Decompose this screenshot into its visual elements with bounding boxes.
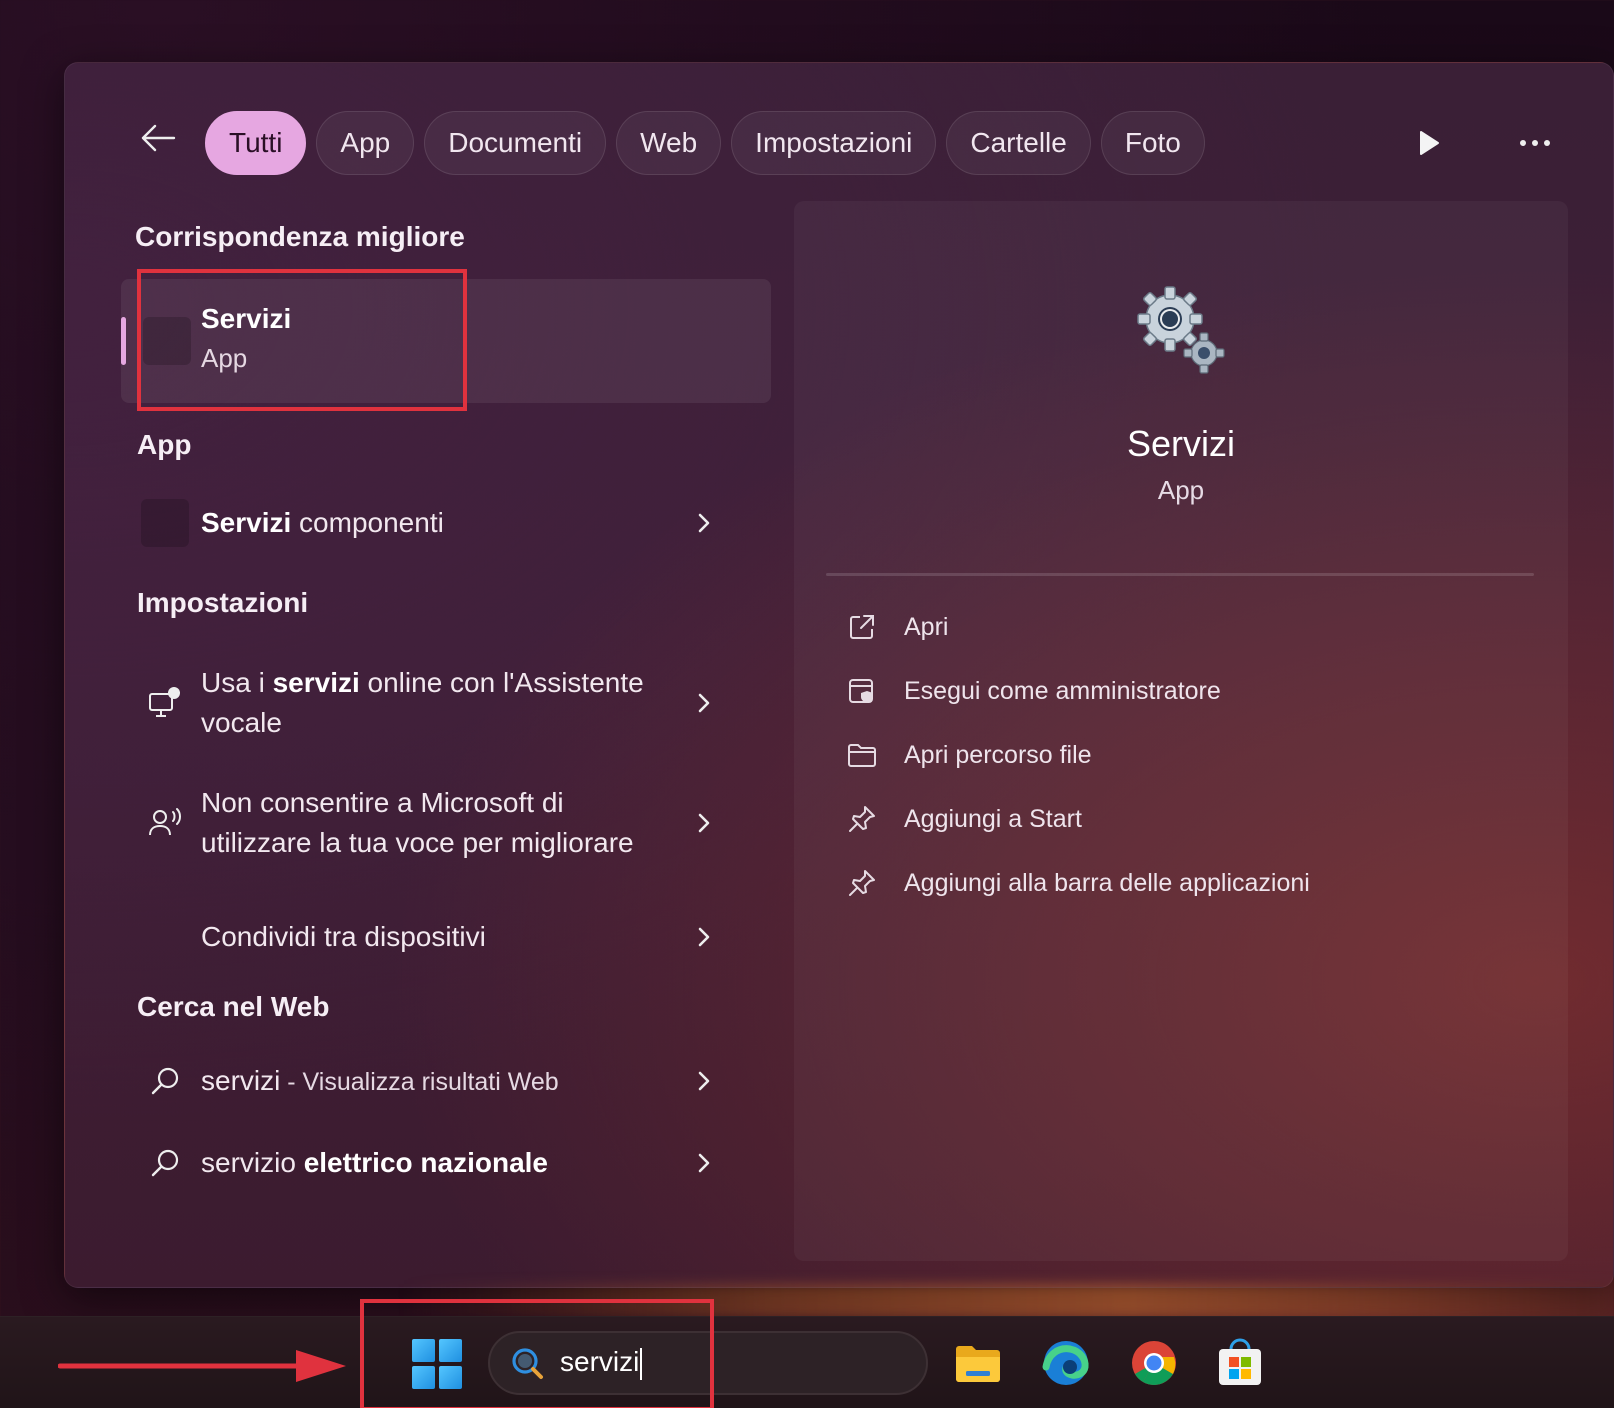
file-explorer-icon[interactable] xyxy=(952,1337,1004,1389)
store-icon[interactable] xyxy=(1214,1337,1266,1389)
apps-heading: App xyxy=(137,429,192,460)
chevron-right-icon xyxy=(689,803,719,843)
chevron-right-icon xyxy=(689,917,719,957)
app-item-label: Servizi componenti xyxy=(201,507,444,538)
pin-icon xyxy=(844,801,880,837)
edge-icon[interactable] xyxy=(1040,1337,1092,1389)
action-label: Apri xyxy=(904,612,949,641)
dot-icon xyxy=(1544,140,1550,146)
folder-icon xyxy=(844,737,880,773)
more-options-button[interactable] xyxy=(1507,119,1563,167)
selection-indicator xyxy=(121,317,126,365)
action-label: Aggiungi a Start xyxy=(904,804,1082,833)
tab-app[interactable]: App xyxy=(316,111,415,175)
open-external-icon xyxy=(844,609,880,645)
search-icon xyxy=(141,1057,189,1105)
setting-item-label: Condividi tra dispositivi xyxy=(201,921,486,952)
setting-item-label: Non consentire a Microsoft di utilizzare… xyxy=(201,787,634,858)
tab-foto[interactable]: Foto xyxy=(1100,111,1205,175)
setting-item-assistente-vocale[interactable]: Usa i servizi online con l'Assistente vo… xyxy=(121,659,771,749)
web-heading: Cerca nel Web xyxy=(137,991,330,1022)
more-filters-button[interactable] xyxy=(1405,119,1453,167)
action-apri[interactable]: Apri xyxy=(844,605,948,649)
person-voice-icon xyxy=(141,799,189,847)
back-arrow-icon xyxy=(141,124,176,152)
action-aggiungi-start[interactable]: Aggiungi a Start xyxy=(844,797,1082,841)
chevron-right-icon xyxy=(689,1143,719,1183)
filter-tabs: Tutti App Documenti Web Impostazioni Car… xyxy=(205,111,1205,175)
web-item-servizio-elettrico[interactable]: servizio elettrico nazionale xyxy=(121,1135,771,1191)
chevron-right-icon xyxy=(689,1061,719,1101)
action-apri-percorso[interactable]: Apri percorso file xyxy=(844,733,1092,777)
tab-cartelle[interactable]: Cartelle xyxy=(946,111,1091,175)
best-match-heading: Corrispondenza migliore xyxy=(135,221,465,252)
shield-admin-icon xyxy=(844,673,880,709)
setting-item-voce-microsoft[interactable]: Non consentire a Microsoft di utilizzare… xyxy=(121,779,771,869)
monitor-voice-icon xyxy=(141,679,189,727)
services-gears-icon xyxy=(1137,286,1225,374)
component-services-icon xyxy=(141,499,189,547)
action-label: Apri percorso file xyxy=(904,740,1092,769)
preview-app-type: App xyxy=(1157,475,1205,505)
search-panel: Tutti App Documenti Web Impostazioni Car… xyxy=(64,62,1614,1288)
tab-documenti[interactable]: Documenti xyxy=(424,111,607,175)
action-esegui-admin[interactable]: Esegui come amministratore xyxy=(844,669,1221,713)
dot-icon xyxy=(1532,140,1538,146)
back-button[interactable] xyxy=(135,115,181,161)
web-item-label: servizio elettrico nazionale xyxy=(201,1147,548,1178)
chrome-icon[interactable] xyxy=(1128,1337,1180,1389)
settings-heading: Impostazioni xyxy=(137,587,309,618)
tab-tutti[interactable]: Tutti xyxy=(205,111,307,175)
play-icon xyxy=(1420,131,1439,155)
preview-app-name: Servizi xyxy=(1126,423,1236,464)
action-label: Aggiungi alla barra delle applicazioni xyxy=(904,868,1310,897)
setting-item-label: Usa i servizi online con l'Assistente vo… xyxy=(201,667,644,738)
app-item-servizi-componenti[interactable]: Servizi componenti xyxy=(121,493,771,553)
chevron-right-icon xyxy=(689,683,719,723)
search-icon xyxy=(141,1139,189,1187)
pin-icon xyxy=(844,865,880,901)
red-arrow-annotation xyxy=(58,1350,346,1382)
preview-pane: Servizi App Apri Esegui come amministrat… xyxy=(794,201,1568,1261)
action-aggiungi-barra[interactable]: Aggiungi alla barra delle applicazioni xyxy=(844,861,1310,905)
setting-item-condividi[interactable]: Condividi tra dispositivi xyxy=(121,909,771,965)
highlight-box xyxy=(360,1299,714,1408)
tab-web[interactable]: Web xyxy=(616,111,722,175)
tab-impostazioni[interactable]: Impostazioni xyxy=(731,111,937,175)
web-item-label: servizi - Visualizza risultati Web xyxy=(201,1065,559,1096)
web-item-servizi[interactable]: servizi - Visualizza risultati Web xyxy=(121,1053,771,1109)
preview-divider xyxy=(826,573,1534,576)
highlight-box xyxy=(137,269,467,411)
action-label: Esegui come amministratore xyxy=(904,676,1221,705)
chevron-right-icon xyxy=(689,503,719,543)
dot-icon xyxy=(1520,140,1526,146)
